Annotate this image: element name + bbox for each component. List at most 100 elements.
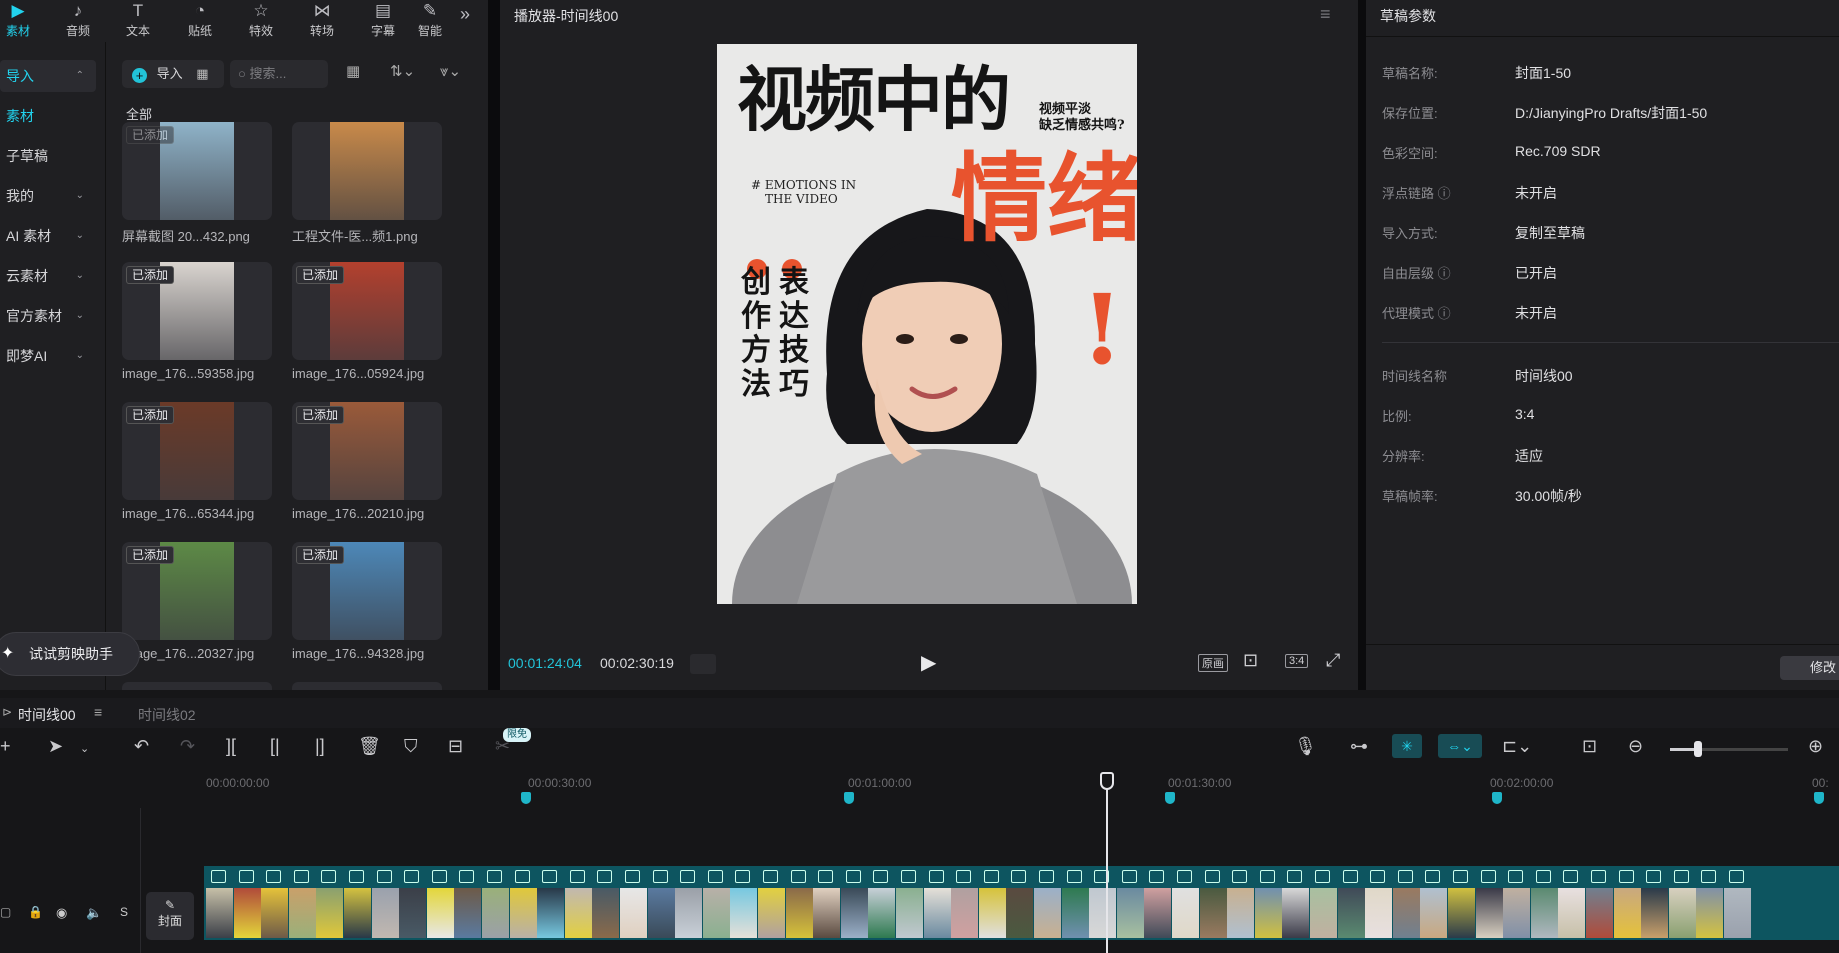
marker[interactable]: [1492, 792, 1502, 804]
marker[interactable]: [521, 792, 531, 804]
clip-frame[interactable]: [261, 888, 289, 938]
clip-frame[interactable]: [233, 888, 261, 938]
clip-frame[interactable]: [647, 888, 675, 938]
fit-timeline-icon[interactable]: ⊡: [1582, 736, 1597, 757]
zoom-slider[interactable]: [1670, 741, 1788, 757]
clip-frame[interactable]: [868, 888, 896, 938]
clip-frame[interactable]: [620, 888, 647, 938]
clip-frame[interactable]: [288, 888, 316, 938]
trim-right-icon[interactable]: |]: [315, 736, 325, 757]
preview-canvas[interactable]: 视频中的 视频平淡 缺乏情感共鸣? # EMOTIONS IN THE VIDE…: [717, 44, 1137, 604]
shield-icon[interactable]: ⛉: [404, 736, 418, 757]
clip-frame[interactable]: [1365, 888, 1393, 938]
playhead-handle[interactable]: [1100, 772, 1114, 790]
grid-icon[interactable]: ▦: [196, 66, 208, 81]
add-track-icon[interactable]: +: [0, 736, 11, 757]
clip-frame[interactable]: [1116, 888, 1144, 938]
clip-frame[interactable]: [1696, 888, 1724, 938]
delete-icon[interactable]: 🗑: [358, 736, 381, 757]
clip-frame[interactable]: [1006, 888, 1034, 938]
media-card[interactable]: 已添加 屏幕截图 20...432.png: [122, 122, 272, 245]
media-card[interactable]: 已添加 image_176...20327.jpg: [122, 542, 272, 661]
help-icon[interactable]: ⓘ: [1438, 266, 1451, 281]
redo-icon[interactable]: ↷: [180, 736, 195, 757]
preview-axis-icon[interactable]: ⊏⌄: [1502, 736, 1532, 757]
marker[interactable]: [1165, 792, 1175, 804]
sidebar-item-ai-material[interactable]: AI 素材 ⌄: [0, 220, 96, 252]
media-search-input[interactable]: ○ 搜索...: [230, 60, 328, 88]
clip-frame[interactable]: [1641, 888, 1669, 938]
sidebar-item-material[interactable]: 素材: [0, 100, 96, 132]
clip-frame[interactable]: [1448, 888, 1475, 938]
zoom-fit-icon[interactable]: ⊡: [1243, 650, 1258, 671]
toolbar-subtitle-button[interactable]: ▤ 字幕: [359, 0, 407, 40]
clip-frame[interactable]: [1586, 888, 1613, 938]
clip-frame[interactable]: [1613, 888, 1641, 938]
clip-frame[interactable]: [758, 888, 785, 938]
sidebar-item-subdraft[interactable]: 子草稿: [0, 140, 96, 172]
eye-icon[interactable]: ◉: [56, 905, 67, 921]
zoom-in-icon[interactable]: ⊕: [1808, 736, 1823, 757]
filter-icon[interactable]: ⩔⌄: [440, 62, 461, 80]
clip-frame[interactable]: [1199, 888, 1227, 938]
clip-frame[interactable]: [1475, 888, 1503, 938]
cover-button[interactable]: ✎ 封面: [146, 892, 194, 940]
clip-frame[interactable]: [426, 888, 454, 938]
sidebar-item-cloud[interactable]: 云素材 ⌄: [0, 260, 96, 292]
clip-frame[interactable]: [1282, 888, 1310, 938]
clip-frame[interactable]: [1144, 888, 1172, 938]
media-card[interactable]: 已添加 image_176...59358.jpg: [122, 262, 272, 381]
sidebar-item-official[interactable]: 官方素材 ⌄: [0, 300, 96, 332]
toolbar-effects-button[interactable]: ☆ 特效: [237, 0, 285, 40]
clip-frame[interactable]: [1503, 888, 1531, 938]
toolbar-smart-button[interactable]: ✎ 智能: [410, 0, 450, 40]
clip-frame[interactable]: [730, 888, 758, 938]
track-collapse-icon[interactable]: ▢: [0, 905, 11, 919]
clip-frame[interactable]: [399, 888, 427, 938]
clip-frame[interactable]: [1089, 888, 1117, 938]
clip-frame[interactable]: [1310, 888, 1337, 938]
clip-frame[interactable]: [1227, 888, 1255, 938]
volume-icon[interactable]: 🔈: [86, 905, 102, 921]
toolbar-sticker-button[interactable]: ◔ 贴纸: [176, 0, 224, 40]
clip-frame[interactable]: [509, 888, 537, 938]
clip-frame[interactable]: [1420, 888, 1448, 938]
tab-timeline02[interactable]: 时间线02: [138, 705, 196, 725]
media-card[interactable]: 已添加 image_176...94328.jpg: [292, 542, 442, 661]
assistant-button[interactable]: ✦ 试试剪映助手: [0, 632, 140, 676]
undo-icon[interactable]: ↶: [134, 736, 149, 757]
clip-frame[interactable]: [675, 888, 703, 938]
clip-frame[interactable]: [978, 888, 1006, 938]
modify-button[interactable]: 修改: [1780, 656, 1839, 680]
clip-frame[interactable]: [564, 888, 592, 938]
marker[interactable]: [1814, 792, 1824, 804]
media-card[interactable]: 已添加 image_176...05924.jpg: [292, 262, 442, 381]
help-icon[interactable]: ⓘ: [1438, 306, 1451, 321]
media-card[interactable]: 已添加 image_176...65344.jpg: [122, 402, 272, 521]
clip-frame[interactable]: [1392, 888, 1420, 938]
clip-frame[interactable]: [840, 888, 868, 938]
chevron-down-icon[interactable]: ⌄: [80, 742, 89, 755]
original-quality-button[interactable]: 原画: [1198, 654, 1228, 672]
clip-frame[interactable]: [316, 888, 344, 938]
clip-frame[interactable]: [537, 888, 565, 938]
video-track-strip[interactable]: [204, 866, 1839, 940]
lock-icon[interactable]: 🔒: [28, 905, 43, 919]
zoom-slider-thumb[interactable]: [1694, 741, 1702, 757]
zoom-out-icon[interactable]: ⊖: [1628, 736, 1643, 757]
snap-icon[interactable]: ✳: [1392, 734, 1422, 758]
clip-frame[interactable]: [371, 888, 399, 938]
clip-frame[interactable]: [592, 888, 620, 938]
import-button[interactable]: + 导入 ▦: [122, 60, 224, 88]
clip-frame[interactable]: [206, 888, 233, 938]
toolbar-audio-button[interactable]: ♪ 音频: [54, 0, 102, 40]
clip-frame[interactable]: [951, 888, 979, 938]
tab-menu-icon[interactable]: ≡: [94, 704, 102, 720]
toolbar-more-icon[interactable]: »: [460, 4, 470, 25]
toolbar-text-button[interactable]: T 文本: [114, 0, 162, 40]
menu-icon[interactable]: ≡: [1320, 4, 1331, 25]
playhead[interactable]: [1100, 772, 1114, 953]
clip-frame[interactable]: [923, 888, 951, 938]
clip-frame[interactable]: [454, 888, 482, 938]
clip-frame[interactable]: [1254, 888, 1282, 938]
